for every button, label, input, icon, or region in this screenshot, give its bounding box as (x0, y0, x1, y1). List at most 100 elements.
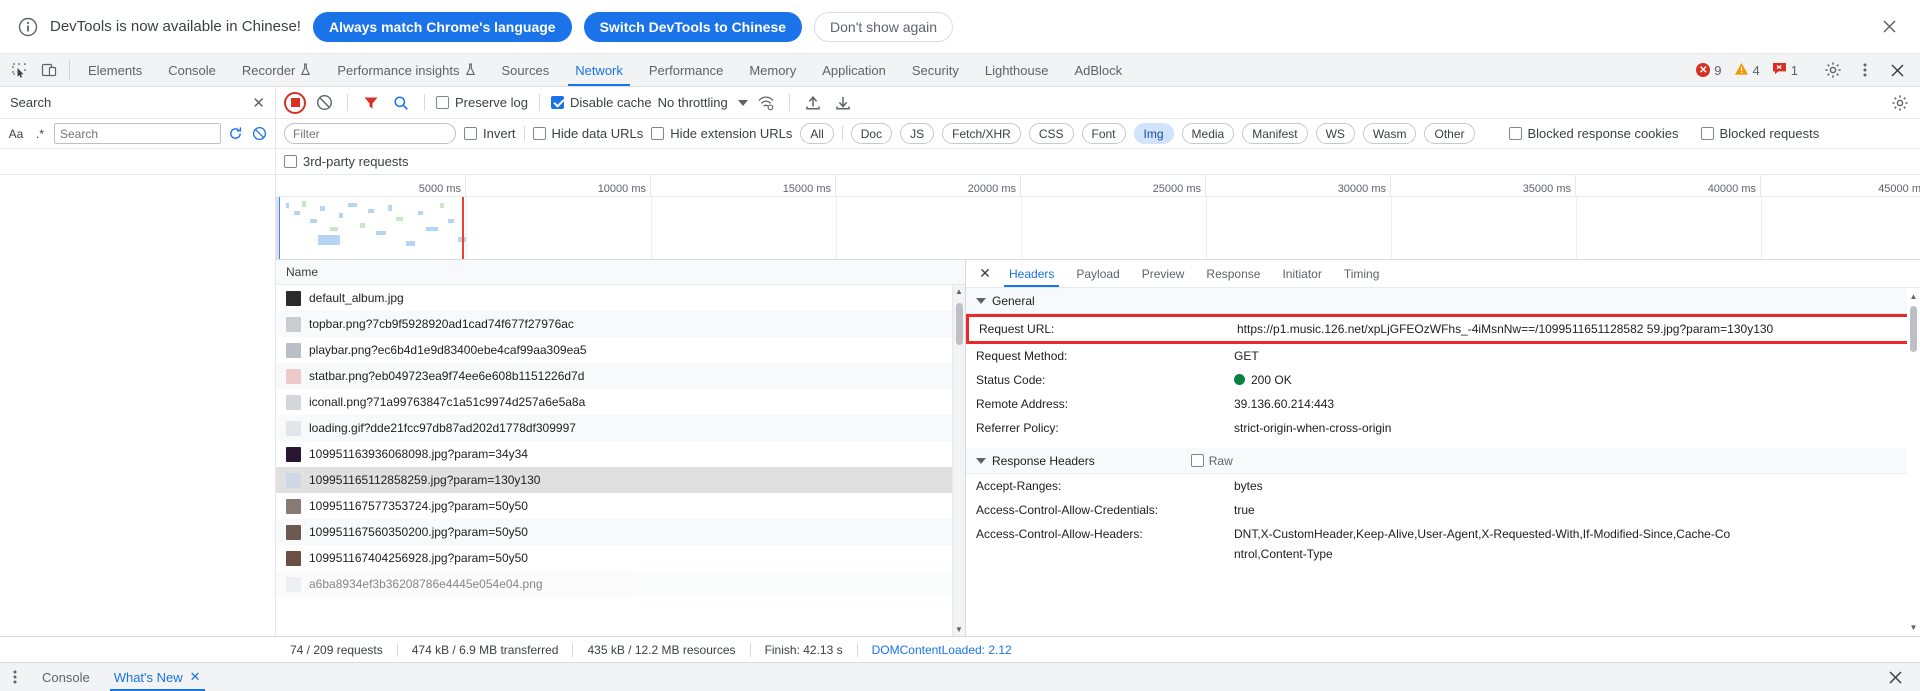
tab-performance[interactable]: Performance (636, 54, 736, 86)
scroll-down-arrow[interactable]: ▼ (1907, 621, 1920, 634)
infobar-close-icon[interactable] (1876, 14, 1902, 40)
filter-chip-other[interactable]: Other (1424, 123, 1475, 144)
match-case-button[interactable]: Aa (6, 123, 26, 145)
blocked-response-cookies-checkbox[interactable]: Blocked response cookies (1508, 126, 1679, 141)
more-vertical-icon[interactable] (0, 663, 30, 691)
table-row[interactable]: default_album.jpg (276, 285, 965, 311)
checkbox-box[interactable] (284, 155, 297, 168)
clear-icon[interactable] (249, 123, 269, 145)
filter-chip-js[interactable]: JS (900, 123, 935, 144)
tab-security[interactable]: Security (899, 54, 972, 86)
general-section-header[interactable]: General (966, 288, 1920, 314)
tab-application[interactable]: Application (809, 54, 899, 86)
throttling-dropdown[interactable]: No throttling (658, 95, 748, 110)
warning-count-badge[interactable]: 4 (1729, 62, 1765, 79)
filter-input[interactable] (284, 123, 456, 144)
export-har-icon[interactable] (831, 91, 855, 115)
scrollbar-thumb[interactable] (1910, 306, 1917, 352)
tab-recorder[interactable]: Recorder (229, 54, 324, 86)
tab-performance-insights[interactable]: Performance insights (324, 54, 488, 86)
network-conditions-icon[interactable] (754, 91, 778, 115)
tab-elements[interactable]: Elements (75, 54, 155, 86)
third-party-requests-checkbox[interactable]: 3rd-party requests (284, 154, 409, 169)
issue-count-badge[interactable]: 1 (1767, 62, 1803, 78)
checkbox-box[interactable] (532, 127, 546, 140)
search-icon[interactable] (389, 91, 413, 115)
table-row[interactable]: statbar.png?eb049723ea9f74ee6e608b115122… (276, 363, 965, 389)
search-input[interactable] (54, 123, 221, 144)
checkbox-box[interactable] (1508, 127, 1522, 140)
filter-icon[interactable] (359, 91, 383, 115)
details-tab-preview[interactable]: Preview (1131, 260, 1196, 287)
request-list-scrollbar[interactable]: ▲ ▼ (952, 285, 965, 636)
checkbox-box[interactable] (436, 96, 449, 109)
details-content[interactable]: General Request URL: https://p1.music.12… (966, 288, 1920, 636)
clear-network-log-icon[interactable] (312, 91, 336, 115)
drawer-tab-close-icon[interactable]: ✕ (190, 669, 201, 685)
more-vertical-icon[interactable] (1850, 62, 1880, 78)
drawer-tab-whats-new[interactable]: What's New ✕ (102, 663, 213, 691)
checkbox-box[interactable] (550, 96, 564, 109)
preserve-log-checkbox[interactable]: Preserve log (436, 95, 528, 110)
table-row[interactable]: 109951167404256928.jpg?param=50y50 (276, 545, 965, 571)
checkbox-box[interactable] (1700, 127, 1714, 140)
checkbox-box[interactable] (1190, 454, 1204, 467)
hide-data-urls-checkbox[interactable]: Hide data URLs (532, 126, 643, 141)
blocked-requests-checkbox[interactable]: Blocked requests (1700, 126, 1819, 141)
details-tab-timing[interactable]: Timing (1333, 260, 1391, 287)
details-tab-headers[interactable]: Headers (998, 260, 1065, 287)
filter-chip-all[interactable]: All (800, 123, 834, 144)
tab-lighthouse[interactable]: Lighthouse (972, 54, 1062, 86)
filter-chip-ws[interactable]: WS (1315, 123, 1355, 144)
request-list-scroll[interactable]: default_album.jpg topbar.png?7cb9f592892… (276, 285, 965, 636)
device-toolbar-icon[interactable] (34, 54, 64, 86)
switch-devtools-to-chinese-button[interactable]: Switch DevTools to Chinese (583, 11, 803, 42)
raw-toggle[interactable]: Raw (1190, 454, 1233, 468)
details-tab-initiator[interactable]: Initiator (1271, 260, 1332, 287)
close-devtools-icon[interactable] (1882, 62, 1912, 79)
hide-extension-urls-checkbox[interactable]: Hide extension URLs (651, 126, 792, 141)
checkbox-box[interactable] (464, 127, 477, 140)
invert-checkbox[interactable]: Invert (464, 126, 516, 141)
filter-chip-img[interactable]: Img (1133, 123, 1174, 144)
details-close-icon[interactable]: ✕ (972, 260, 998, 287)
scroll-up-arrow[interactable]: ▲ (953, 285, 965, 298)
error-count-badge[interactable]: ✕ 9 (1691, 63, 1726, 78)
request-url-value[interactable]: https://p1.music.126.net/xpLjGFEOzWFhs_-… (1237, 319, 1911, 339)
filter-chip-fetch-xhr[interactable]: Fetch/XHR (942, 123, 1021, 144)
filter-chip-doc[interactable]: Doc (850, 123, 893, 144)
tab-sources[interactable]: Sources (489, 54, 563, 86)
filter-chip-font[interactable]: Font (1081, 123, 1126, 144)
tab-memory[interactable]: Memory (736, 54, 809, 86)
record-stop-icon[interactable] (284, 91, 306, 114)
scrollbar-thumb[interactable] (956, 303, 963, 345)
tab-adblock[interactable]: AdBlock (1061, 54, 1135, 86)
table-row[interactable]: loading.gif?dde21fcc97db87ad202d1778df30… (276, 415, 965, 441)
always-match-chrome-language-button[interactable]: Always match Chrome's language (312, 11, 572, 42)
filter-chip-wasm[interactable]: Wasm (1362, 123, 1417, 144)
import-har-icon[interactable] (801, 91, 825, 115)
regex-button[interactable]: .* (30, 123, 50, 145)
table-row-selected[interactable]: 109951165112858259.jpg?param=130y130 (276, 467, 965, 493)
network-overview[interactable]: 5000 ms 10000 ms 15000 ms 20000 ms 25000… (276, 175, 1920, 260)
network-settings-gear-icon[interactable] (1888, 91, 1912, 115)
details-tab-response[interactable]: Response (1195, 260, 1271, 287)
dont-show-again-button[interactable]: Don't show again (814, 11, 953, 42)
table-row[interactable]: playbar.png?ec6b4d1e9d83400ebe4caf99aa30… (276, 337, 965, 363)
disable-cache-checkbox[interactable]: Disable cache (550, 95, 652, 110)
response-headers-section-header[interactable]: Response Headers Raw (966, 448, 1920, 474)
table-row[interactable]: iconall.png?71a99763847c1a51c9974d257a6e… (276, 389, 965, 415)
inspect-element-icon[interactable] (4, 54, 34, 86)
details-tab-payload[interactable]: Payload (1065, 260, 1130, 287)
filter-chip-manifest[interactable]: Manifest (1242, 123, 1308, 144)
details-scrollbar[interactable]: ▲ ▼ (1907, 288, 1920, 636)
scroll-up-arrow[interactable]: ▲ (1907, 290, 1920, 303)
drawer-tab-console[interactable]: Console (30, 663, 102, 691)
table-row[interactable]: 109951163936068098.jpg?param=34y34 (276, 441, 965, 467)
overview-timeline-canvas[interactable] (276, 197, 1920, 259)
refresh-icon[interactable] (225, 123, 245, 145)
tab-console[interactable]: Console (155, 54, 229, 86)
table-row[interactable]: 109951167560350200.jpg?param=50y50 (276, 519, 965, 545)
filter-chip-css[interactable]: CSS (1028, 123, 1074, 144)
table-row[interactable]: topbar.png?7cb9f5928920ad1cad74f677f2797… (276, 311, 965, 337)
